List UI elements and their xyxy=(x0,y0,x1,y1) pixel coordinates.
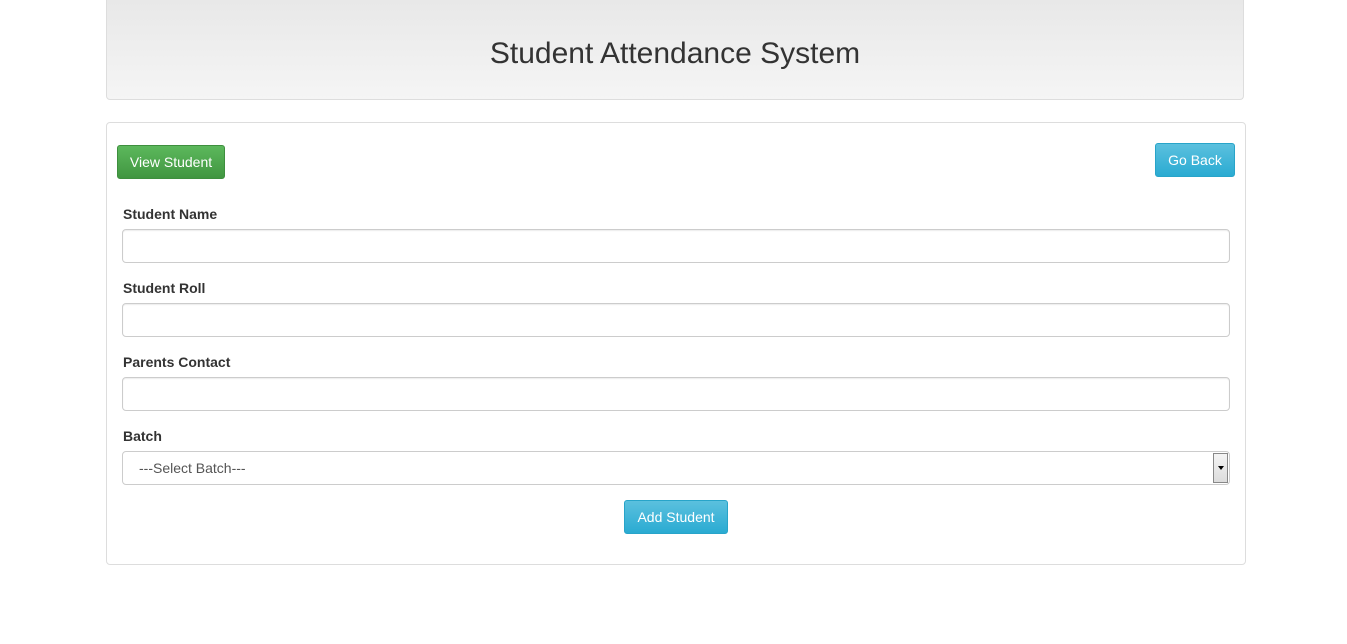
page-title: Student Attendance System xyxy=(489,36,861,70)
student-roll-field[interactable] xyxy=(122,303,1230,337)
batch-select-value: ---Select Batch--- xyxy=(139,460,246,476)
batch-select[interactable]: ---Select Batch--- xyxy=(122,451,1230,485)
parents-contact-label: Parents Contact xyxy=(123,354,231,370)
add-student-button[interactable]: Add Student xyxy=(624,500,728,534)
student-roll-label: Student Roll xyxy=(123,280,206,296)
view-student-button[interactable]: View Student xyxy=(117,145,225,179)
go-back-button[interactable]: Go Back xyxy=(1155,143,1235,177)
batch-label: Batch xyxy=(123,428,162,444)
student-form-panel: View Student Go Back Student Name Studen… xyxy=(106,122,1246,565)
chevron-down-icon[interactable] xyxy=(1213,453,1228,483)
page-header: Student Attendance System xyxy=(106,0,1244,100)
parents-contact-field[interactable] xyxy=(122,377,1230,411)
student-name-field[interactable] xyxy=(122,229,1230,263)
student-name-label: Student Name xyxy=(123,206,218,222)
